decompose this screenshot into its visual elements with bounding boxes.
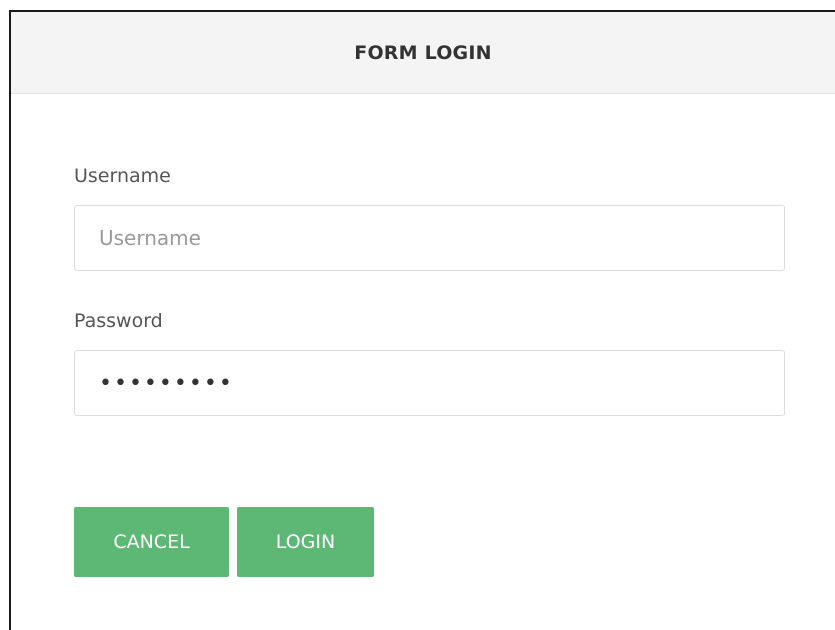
username-label: Username: [74, 165, 171, 187]
login-button[interactable]: LOGIN: [237, 507, 374, 577]
password-input[interactable]: •••••••••: [74, 350, 785, 416]
password-value: •••••••••: [99, 370, 234, 396]
username-input[interactable]: [74, 205, 785, 271]
login-form-panel: FORM LOGIN Username Password ••••••••• C…: [9, 10, 835, 630]
form-header: FORM LOGIN: [11, 12, 835, 94]
cancel-button[interactable]: CANCEL: [74, 507, 229, 577]
form-title: FORM LOGIN: [354, 41, 492, 64]
password-label: Password: [74, 310, 163, 332]
